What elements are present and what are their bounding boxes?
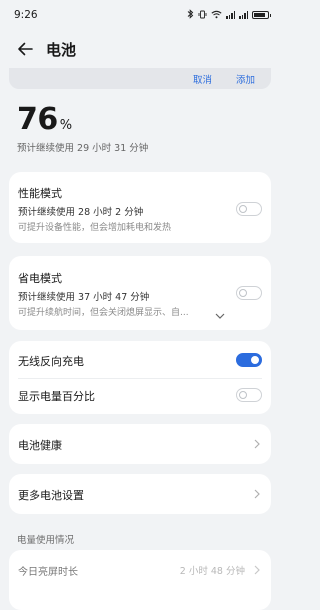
usage-card: 今日亮屏时长 2 小时 48 分钟 [9,550,271,610]
performance-mode-card[interactable]: 性能模式 预计继续使用 28 小时 2 分钟 可提升设备性能，但会增加耗电和发热 [9,172,271,243]
performance-mode-estimate: 预计继续使用 28 小时 2 分钟 [18,207,144,218]
divider [18,378,262,379]
performance-mode-desc: 可提升设备性能，但会增加耗电和发热 [18,223,172,233]
bluetooth-icon [187,9,194,21]
power-saving-mode-estimate: 预计继续使用 37 小时 47 分钟 [18,292,150,303]
more-battery-settings-row[interactable]: 更多电池设置 [9,474,271,514]
battery-level: 76 % [17,102,72,137]
screen-on-time-value: 2 小时 48 分钟 [179,566,245,577]
wifi-icon [211,10,222,21]
status-time: 9:26 [14,9,38,21]
more-battery-settings-label: 更多电池设置 [18,489,84,502]
chevron-right-icon [252,439,262,449]
wireless-reverse-charging-label: 无线反向充电 [18,355,84,368]
performance-mode-title: 性能模式 [18,187,62,200]
power-saving-mode-toggle[interactable] [236,286,262,300]
screen-on-time-label: 今日亮屏时长 [18,567,78,578]
battery-status-icon [252,11,271,19]
signal-icon-2 [239,11,248,19]
power-saving-mode-card[interactable]: 省电模式 预计继续使用 37 小时 47 分钟 可提升续航时间，但会关闭熄屏显示… [9,256,271,330]
toggles-card: 无线反向充电 显示电量百分比 [9,341,271,414]
battery-estimate: 预计继续使用 29 小时 31 分钟 [17,143,149,154]
cancel-button[interactable]: 取消 [193,72,212,86]
chevron-right-icon [252,489,262,499]
wireless-reverse-charging-toggle[interactable] [236,353,262,367]
add-button[interactable]: 添加 [236,72,255,86]
expand-chevron-icon[interactable] [215,305,225,324]
status-icons [187,9,271,21]
usage-section-title: 电量使用情况 [17,535,75,546]
header: 电池 [0,33,281,65]
performance-mode-toggle[interactable] [236,202,262,216]
battery-level-value: 76 [17,102,58,137]
power-saving-mode-desc: 可提升续航时间，但会关闭熄屏显示、自... [18,308,189,318]
battery-level-unit: % [59,118,73,133]
battery-health-label: 电池健康 [18,439,62,452]
action-banner: 取消 添加 [9,68,271,89]
power-saving-mode-title: 省电模式 [18,272,62,285]
back-arrow-icon[interactable] [14,38,36,60]
signal-icon [226,11,235,19]
chevron-right-icon [252,565,262,575]
status-bar: 9:26 [0,0,281,30]
show-percentage-label: 显示电量百分比 [18,390,95,403]
battery-health-row[interactable]: 电池健康 [9,424,271,464]
vibrate-icon [198,10,207,21]
show-percentage-toggle[interactable] [236,388,262,402]
page-title: 电池 [46,40,77,59]
